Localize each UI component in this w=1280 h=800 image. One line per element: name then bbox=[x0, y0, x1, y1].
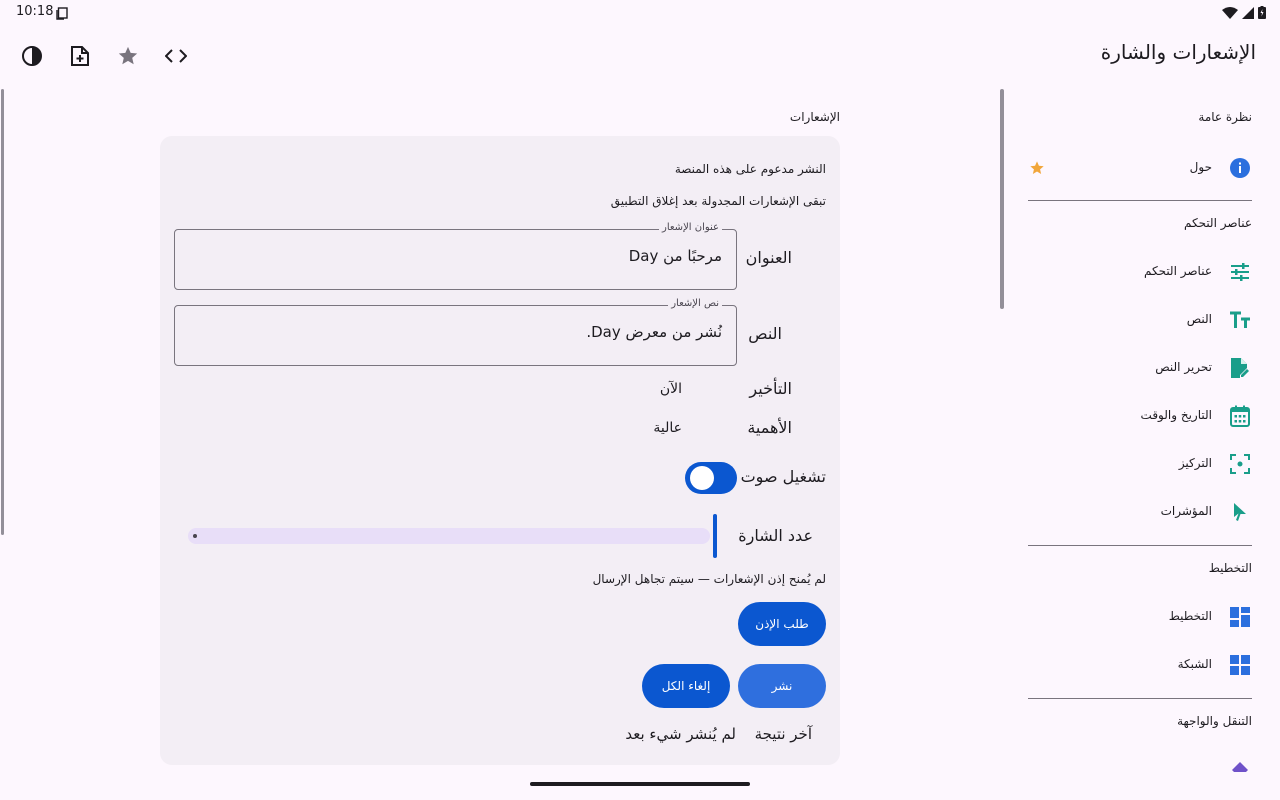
nav-divider bbox=[1028, 698, 1252, 699]
nav-item-date-time[interactable]: التاريخ والوقت bbox=[1141, 408, 1212, 422]
delay-row-label: التأخير bbox=[749, 379, 792, 398]
notification-title-field-label: عنوان الإشعار bbox=[658, 222, 722, 233]
signal-icon bbox=[1242, 4, 1254, 23]
screenshot-notification-icon bbox=[56, 5, 68, 20]
wifi-icon bbox=[1222, 4, 1238, 23]
request-permission-button[interactable]: طلب الإذن bbox=[738, 602, 826, 646]
cancel-all-button[interactable]: إلغاء الكل bbox=[642, 664, 730, 708]
info-icon bbox=[1228, 156, 1252, 180]
sound-row-label: تشغيل صوت bbox=[740, 467, 826, 486]
status-time: 10:18 bbox=[16, 4, 54, 19]
importance-row-label: الأهمية bbox=[747, 418, 792, 437]
sound-switch[interactable] bbox=[685, 462, 737, 494]
grid-icon bbox=[1228, 653, 1252, 677]
star-icon[interactable] bbox=[116, 44, 140, 68]
publish-button[interactable]: نشر bbox=[738, 664, 826, 708]
text-fields-icon bbox=[1228, 308, 1252, 332]
permission-note: لم يُمنح إذن الإشعارات — سيتم تجاهل الإر… bbox=[592, 572, 826, 586]
body-row-label: النص bbox=[748, 324, 782, 343]
sound-switch-knob bbox=[690, 466, 714, 490]
home-indicator[interactable] bbox=[530, 782, 750, 786]
add-document-icon[interactable] bbox=[68, 44, 92, 68]
sliders-icon bbox=[1228, 260, 1252, 284]
nav-item-grid[interactable]: الشبكة bbox=[1178, 657, 1212, 671]
nav-item-controls[interactable]: عناصر التحكم bbox=[1144, 264, 1212, 278]
notification-body-field[interactable]: نص الإشعار نُشر من معرض Day. bbox=[174, 298, 737, 366]
nav-header-navigation: التنقل والواجهة bbox=[1177, 714, 1252, 728]
nav-header-controls: عناصر التحكم bbox=[1183, 216, 1252, 230]
delay-select[interactable]: الآن bbox=[660, 381, 682, 397]
title-row-label: العنوان bbox=[745, 248, 792, 267]
navigation-icon bbox=[1230, 760, 1250, 772]
notification-title-field[interactable]: عنوان الإشعار مرحبًا من Day bbox=[174, 222, 737, 290]
info-persist: تبقى الإشعارات المجدولة بعد إغلاق التطبي… bbox=[610, 194, 826, 208]
info-supported: النشر مدعوم على هذه المنصة bbox=[674, 162, 826, 176]
notification-title-value: مرحبًا من Day bbox=[628, 247, 722, 265]
nav-scrollbar[interactable] bbox=[1000, 89, 1004, 309]
focus-icon bbox=[1228, 452, 1252, 476]
nav-header-overview: نظرة عامة bbox=[1198, 110, 1252, 124]
calendar-icon bbox=[1228, 404, 1252, 428]
content-scrollbar[interactable] bbox=[1, 89, 4, 535]
nav-item-layout[interactable]: التخطيط bbox=[1169, 609, 1212, 623]
last-result-label: آخر نتيجة bbox=[754, 725, 812, 743]
nav-item-text[interactable]: النص bbox=[1187, 312, 1212, 326]
notification-body-field-label: نص الإشعار bbox=[668, 298, 722, 309]
nav-item-about[interactable]: حول bbox=[1190, 160, 1212, 174]
pointer-icon bbox=[1228, 500, 1252, 524]
badge-slider-stop-dot bbox=[193, 534, 197, 538]
edit-document-icon bbox=[1228, 356, 1252, 380]
nav-divider bbox=[1028, 545, 1252, 546]
favorite-star-icon[interactable] bbox=[1029, 160, 1045, 176]
nav-item-text-edit[interactable]: تحرير النص bbox=[1155, 360, 1212, 374]
battery-icon bbox=[1258, 4, 1266, 23]
badge-slider-thumb[interactable] bbox=[713, 514, 717, 558]
last-result-value: لم يُنشر شيء بعد bbox=[625, 725, 736, 743]
page-title: الإشعارات والشارة bbox=[1100, 40, 1256, 64]
dashboard-icon bbox=[1228, 605, 1252, 629]
nav-item-focus[interactable]: التركيز bbox=[1179, 456, 1212, 470]
status-icons bbox=[1222, 4, 1266, 23]
nav-divider bbox=[1028, 200, 1252, 201]
badge-slider-track[interactable] bbox=[188, 528, 710, 544]
nav-item-pointers[interactable]: المؤشرات bbox=[1161, 504, 1212, 518]
notification-body-value: نُشر من معرض Day. bbox=[586, 323, 722, 341]
code-icon[interactable] bbox=[164, 44, 188, 68]
section-label: الإشعارات bbox=[789, 110, 840, 124]
theme-toggle-icon[interactable] bbox=[20, 44, 44, 68]
nav-header-layout: التخطيط bbox=[1208, 561, 1252, 575]
badge-row-label: عدد الشارة bbox=[738, 526, 813, 545]
importance-select[interactable]: عالية bbox=[653, 420, 682, 436]
